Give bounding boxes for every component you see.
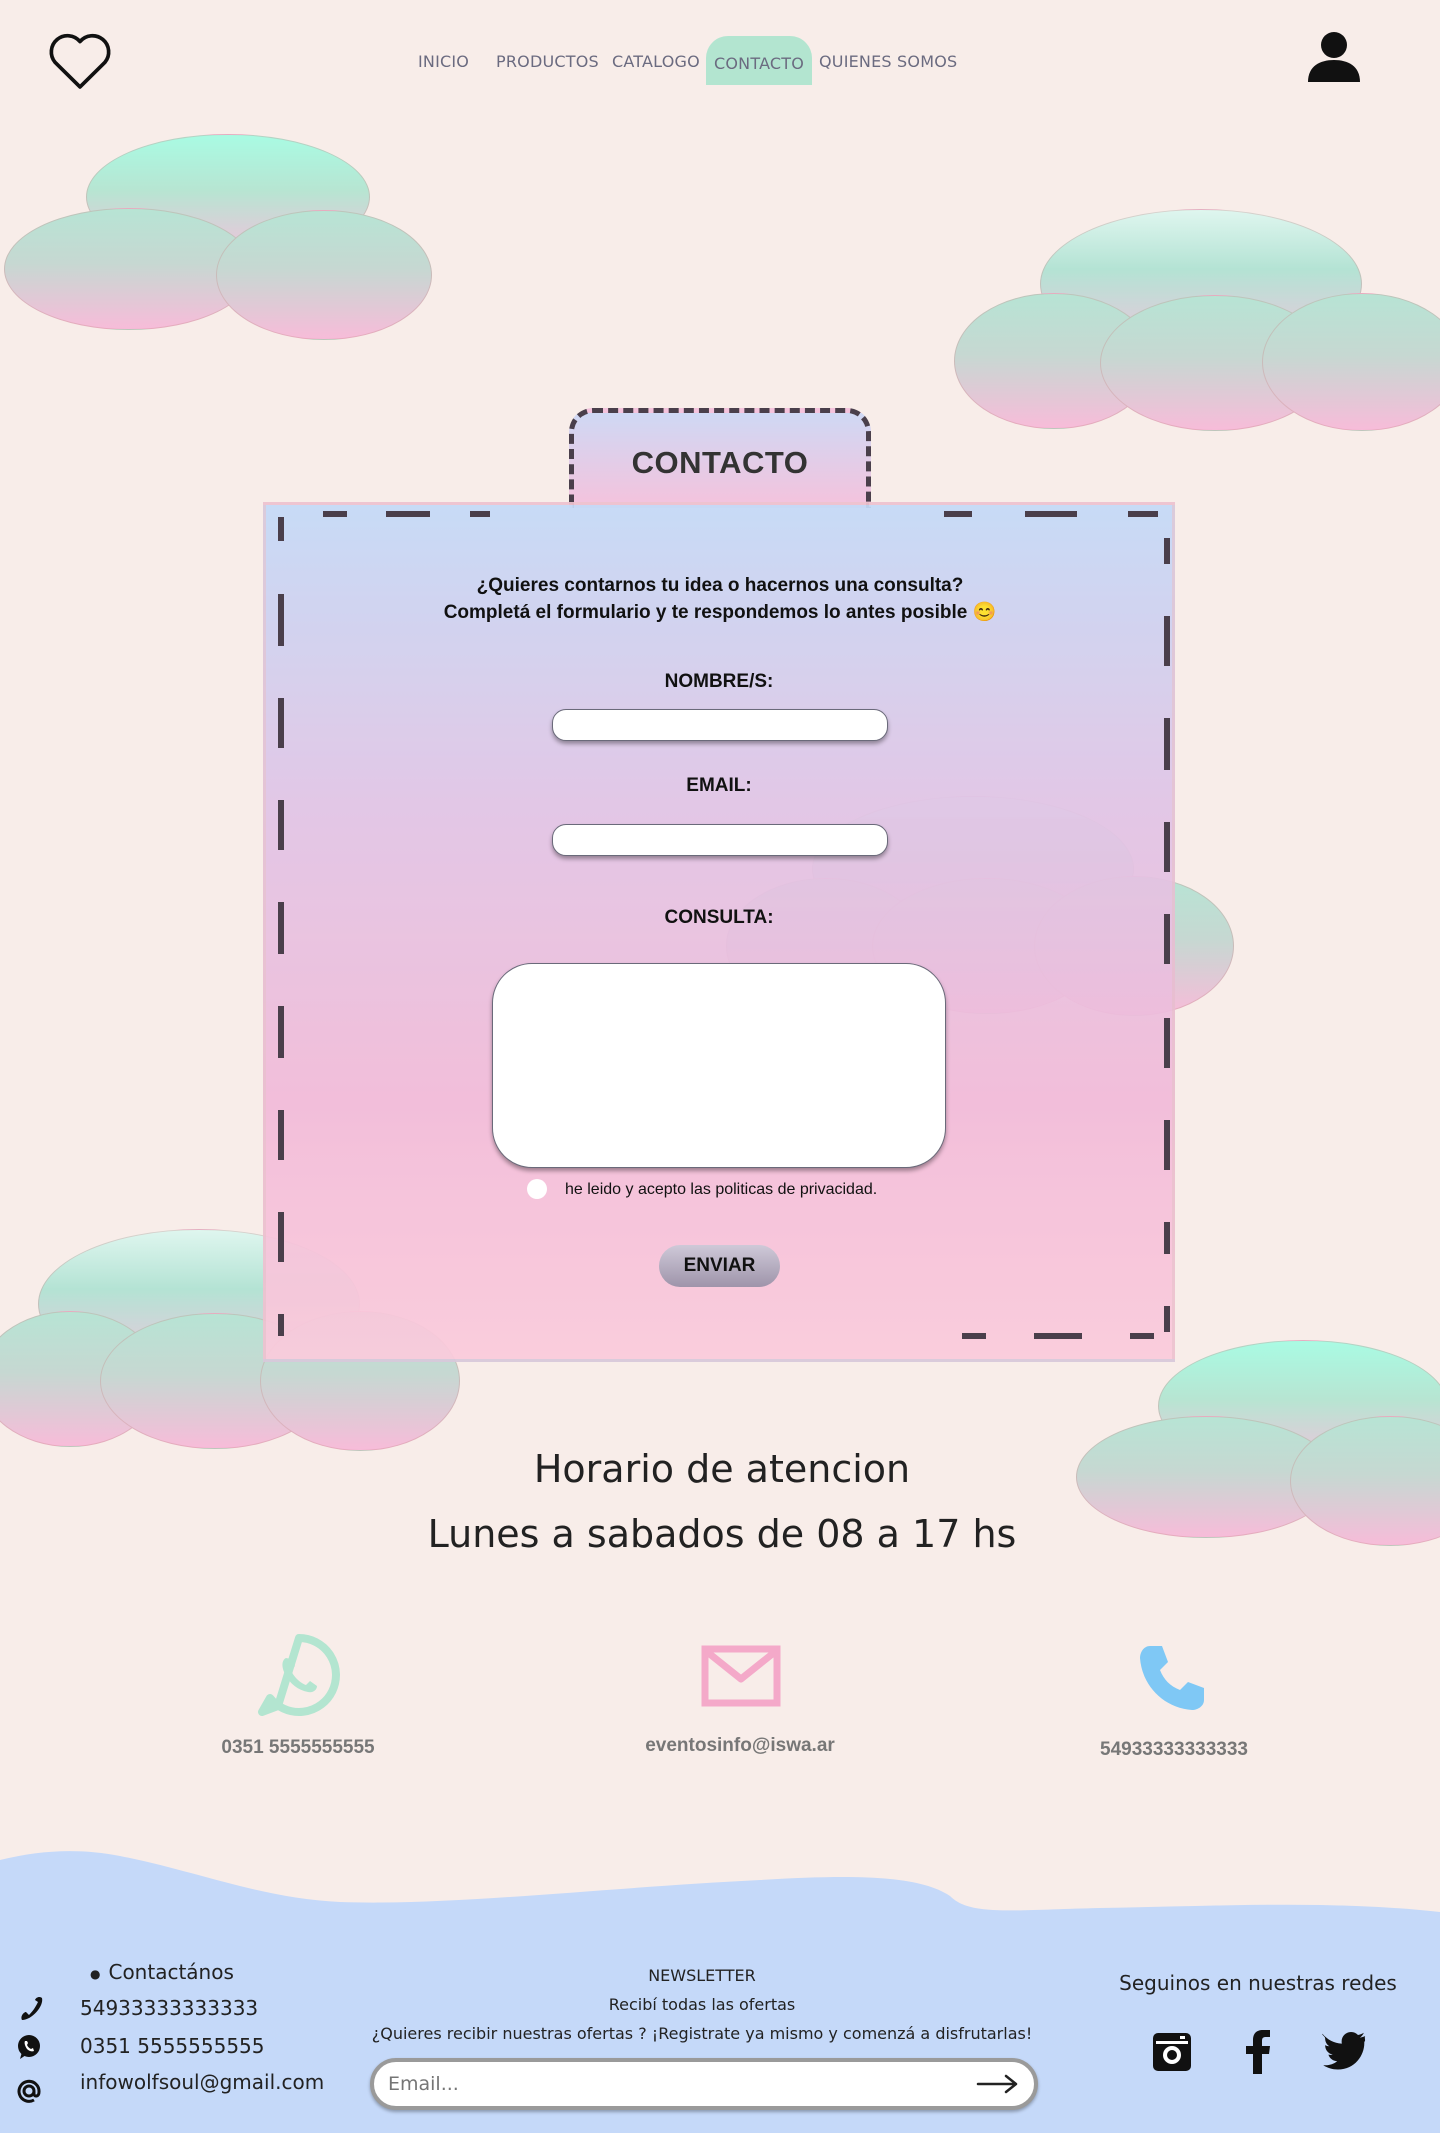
twitter-icon[interactable] <box>1322 2032 1368 2070</box>
query-label: CONSULTA: <box>664 907 774 928</box>
hours-schedule: Lunes a sabados de 08 a 17 hs <box>427 1512 1017 1556</box>
nav-quienes-somos[interactable]: QUIENES SOMOS <box>819 52 957 71</box>
nav-inicio[interactable]: INICIO <box>418 52 469 71</box>
footer-whatsapp: 0351 5555555555 <box>80 2034 265 2058</box>
cloud-decoration-top-left <box>0 130 440 350</box>
footer-whatsapp-icon <box>16 2034 42 2060</box>
instagram-icon[interactable] <box>1152 2032 1192 2072</box>
privacy-checkbox[interactable] <box>527 1179 547 1199</box>
contact-form-card <box>263 502 1175 1362</box>
form-intro: ¿Quieres contarnos tu idea o hacernos un… <box>400 572 1040 626</box>
footer-email[interactable]: infowolfsoul@gmail.com <box>80 2070 324 2094</box>
whatsapp-number: 0351 5555555555 <box>221 1737 375 1758</box>
facebook-icon[interactable] <box>1244 2030 1272 2074</box>
form-intro-line1: ¿Quieres contarnos tu idea o hacernos un… <box>476 575 964 596</box>
mail-icon[interactable] <box>701 1645 781 1707</box>
name-label: NOMBRE/S: <box>664 671 774 692</box>
cloud-decoration-top-right <box>950 205 1440 435</box>
newsletter-subtitle: Recibí todas las ofertas <box>608 1995 796 2014</box>
phone-icon[interactable] <box>1136 1642 1208 1714</box>
social-heading: Seguinos en nuestras redes <box>1119 1971 1397 1995</box>
footer-contact-heading: ● Contactános <box>90 1960 234 1984</box>
footer-phone-icon <box>18 1996 44 2022</box>
email-input[interactable] <box>552 824 888 856</box>
user-account-icon[interactable] <box>1306 30 1362 84</box>
hours-title: Horario de atencion <box>533 1447 911 1491</box>
footer-phone: 54933333333333 <box>80 1996 259 2020</box>
name-input[interactable] <box>552 709 888 741</box>
email-label: EMAIL: <box>686 775 752 796</box>
form-intro-line2: Completá el formulario y te respondemos … <box>443 602 997 623</box>
newsletter-description: ¿Quieres recibir nuestras ofertas ? ¡Reg… <box>371 2024 1033 2043</box>
newsletter-title: NEWSLETTER <box>648 1966 756 1985</box>
nav-contacto[interactable]: CONTACTO <box>706 36 813 85</box>
newsletter-form <box>370 2058 1038 2110</box>
whatsapp-icon[interactable] <box>256 1632 342 1718</box>
footer-at-icon <box>16 2078 42 2104</box>
email-address: eventosinfo@iswa.ar <box>645 1735 835 1756</box>
contact-title: CONTACTO <box>631 445 809 480</box>
send-button[interactable]: ENVIAR <box>659 1245 780 1287</box>
privacy-label: he leido y acepto las politicas de priva… <box>565 1181 878 1198</box>
newsletter-submit-arrow-icon[interactable] <box>974 2070 1022 2098</box>
query-textarea[interactable] <box>492 963 946 1168</box>
nav-catalogo[interactable]: CATALOGO <box>612 52 700 71</box>
phone-number: 54933333333333 <box>1100 1739 1248 1760</box>
wishlist-heart-icon[interactable] <box>46 28 114 92</box>
newsletter-email-input[interactable] <box>388 2068 948 2100</box>
footer-contact-heading-text: Contactános <box>108 1960 234 1984</box>
nav-productos[interactable]: PRODUCTOS <box>496 52 599 71</box>
